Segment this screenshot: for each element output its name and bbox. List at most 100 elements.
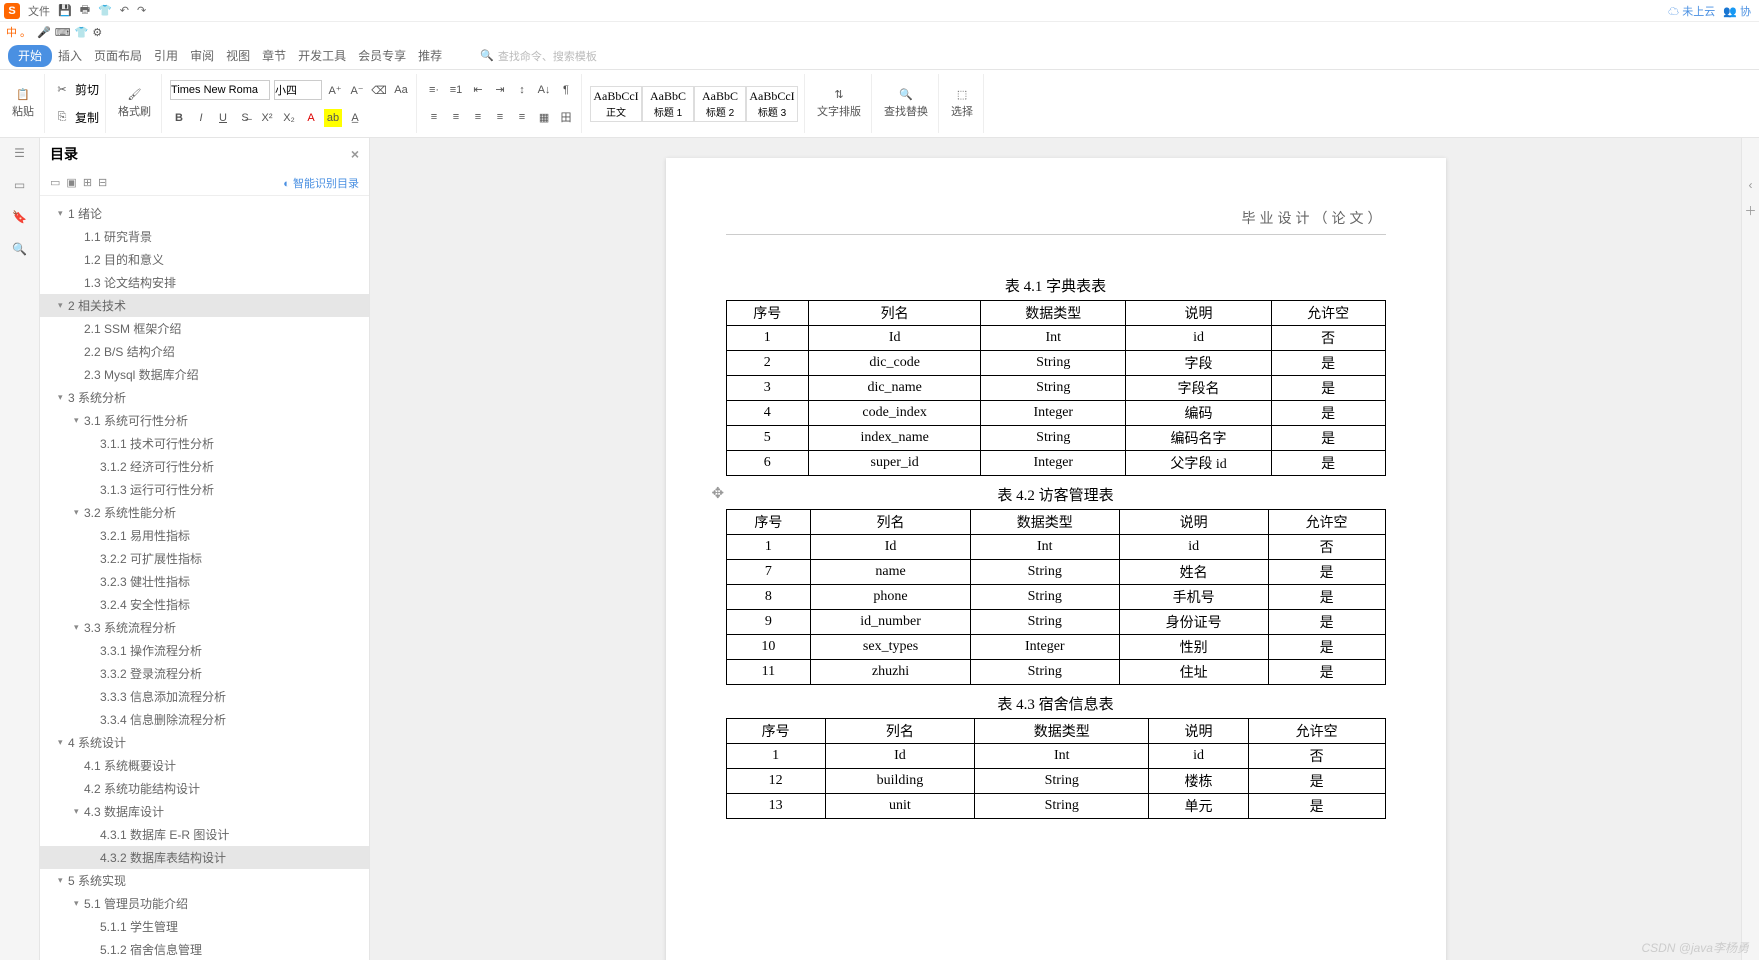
undo-icon[interactable]: ↶	[120, 4, 129, 17]
align-justify-button[interactable]: ≡	[491, 108, 509, 126]
shading-button[interactable]: ▦	[535, 108, 553, 126]
ime-icon[interactable]: 🎤	[37, 26, 51, 39]
toc-item[interactable]: 3.3.2 登录流程分析	[40, 662, 369, 685]
bookmark-icon[interactable]: 🔖	[12, 210, 27, 224]
superscript-button[interactable]: X²	[258, 109, 276, 127]
toc-item[interactable]: 4.2 系统功能结构设计	[40, 777, 369, 800]
toc-item[interactable]: 3.2.4 安全性指标	[40, 593, 369, 616]
highlight-button[interactable]: ab	[324, 109, 342, 127]
expand-icon[interactable]: ‹	[1749, 178, 1753, 192]
toc-item[interactable]: 3.2.2 可扩展性指标	[40, 547, 369, 570]
line-spacing-button[interactable]: ↕	[513, 81, 531, 99]
thumbnail-icon[interactable]: ▭	[14, 178, 25, 192]
toc-item[interactable]: 5.1.1 学生管理	[40, 915, 369, 938]
sort-button[interactable]: A↓	[535, 81, 553, 99]
toc-item[interactable]: 1.1 研究背景	[40, 225, 369, 248]
outdent-button[interactable]: ⇤	[469, 81, 487, 99]
cloud-status[interactable]: ☁ 未上云	[1668, 3, 1715, 19]
toc-item[interactable]: 5.1.2 宿舍信息管理	[40, 938, 369, 960]
redo-icon[interactable]: ↷	[137, 4, 146, 17]
tab-审阅[interactable]: 审阅	[184, 45, 220, 67]
toc-item[interactable]: 1.3 论文结构安排	[40, 271, 369, 294]
toc-item[interactable]: ▾3.2 系统性能分析	[40, 501, 369, 524]
tab-开始[interactable]: 开始	[8, 45, 52, 67]
clear-format-button[interactable]: ⌫	[370, 81, 388, 99]
toc-item[interactable]: ▾4.3 数据库设计	[40, 800, 369, 823]
align-center-button[interactable]: ≡	[447, 108, 465, 126]
grow-font-button[interactable]: A⁺	[326, 81, 344, 99]
preview-icon[interactable]: 👕	[98, 4, 112, 17]
toc-item[interactable]: 1.2 目的和意义	[40, 248, 369, 271]
bold-button[interactable]: B	[170, 109, 188, 127]
add-icon[interactable]: ＋	[1744, 202, 1756, 219]
nav-tool[interactable]: ▣	[66, 176, 76, 189]
select-button[interactable]: ⬚选择	[947, 86, 977, 121]
tab-开发工具[interactable]: 开发工具	[292, 45, 352, 67]
toc-item[interactable]: 3.2.1 易用性指标	[40, 524, 369, 547]
tab-会员专享[interactable]: 会员专享	[352, 45, 412, 67]
underline-button[interactable]: U	[214, 109, 232, 127]
toc-item[interactable]: ▾2 相关技术	[40, 294, 369, 317]
toc-item[interactable]: ▾5.1 管理员功能介绍	[40, 892, 369, 915]
toc-item[interactable]: 3.1.3 运行可行性分析	[40, 478, 369, 501]
strike-button[interactable]: S̶	[236, 109, 254, 127]
nav-tool[interactable]: ▭	[50, 176, 60, 189]
font-color-button[interactable]: A	[302, 109, 320, 127]
tab-章节[interactable]: 章节	[256, 45, 292, 67]
outline-icon[interactable]: ☰	[14, 146, 25, 160]
nav-tool[interactable]: ⊟	[98, 176, 107, 189]
show-marks-button[interactable]: ¶	[557, 81, 575, 99]
font-size-select[interactable]	[274, 80, 322, 100]
bullets-button[interactable]: ≡·	[425, 81, 443, 99]
text-layout-button[interactable]: ⇅文字排版	[813, 86, 865, 121]
format-painter-button[interactable]: 🖌格式刷	[114, 86, 155, 121]
subscript-button[interactable]: X₂	[280, 109, 298, 127]
print-icon[interactable]: 🖶	[80, 1, 90, 20]
toc-item[interactable]: ▾3.3 系统流程分析	[40, 616, 369, 639]
toc-item[interactable]: 3.1.1 技术可行性分析	[40, 432, 369, 455]
toc-item[interactable]: ▾3 系统分析	[40, 386, 369, 409]
toc-item[interactable]: 3.2.3 健壮性指标	[40, 570, 369, 593]
toc-item[interactable]: ▾4 系统设计	[40, 731, 369, 754]
tab-视图[interactable]: 视图	[220, 45, 256, 67]
style-gallery[interactable]: AaBbCcI正文AaBbC标题 1AaBbC标题 2AaBbCcI标题 3	[584, 74, 805, 133]
style-标题 2[interactable]: AaBbC标题 2	[694, 86, 746, 122]
toc-item[interactable]: 2.2 B/S 结构介绍	[40, 340, 369, 363]
cut-button[interactable]: ✂	[53, 81, 71, 99]
borders-button[interactable]: 田	[557, 108, 575, 126]
toc-item[interactable]: 2.1 SSM 框架介绍	[40, 317, 369, 340]
copy-button[interactable]: ⎘	[53, 108, 71, 126]
distribute-button[interactable]: ≡	[513, 108, 531, 126]
save-icon[interactable]: 💾	[58, 4, 72, 17]
toc-item[interactable]: ▾3.1 系统可行性分析	[40, 409, 369, 432]
indent-button[interactable]: ⇥	[491, 81, 509, 99]
ime-icon[interactable]: ⌨	[55, 26, 71, 39]
align-right-button[interactable]: ≡	[469, 108, 487, 126]
file-menu[interactable]: 文件	[28, 3, 50, 19]
search-icon[interactable]: 🔍	[12, 242, 27, 256]
character-border-button[interactable]: A̲	[346, 109, 364, 127]
toc-item[interactable]: 3.1.2 经济可行性分析	[40, 455, 369, 478]
toc-item[interactable]: 3.3.1 操作流程分析	[40, 639, 369, 662]
toc-item[interactable]: ▾5 系统实现	[40, 869, 369, 892]
document-area[interactable]: 毕业设计（论文） 表 4.1 字典表表序号列名数据类型说明允许空1IdIntid…	[370, 138, 1741, 960]
font-name-select[interactable]	[170, 80, 270, 100]
change-case-button[interactable]: Aa	[392, 81, 410, 99]
paste-button[interactable]: 📋粘贴	[8, 86, 38, 121]
numbering-button[interactable]: ≡1	[447, 81, 465, 99]
toc-item[interactable]: 4.3.2 数据库表结构设计	[40, 846, 369, 869]
command-search[interactable]: 🔍 查找命令、搜索模板	[480, 48, 597, 64]
table-anchor-icon[interactable]: ✥	[712, 484, 725, 503]
style-正文[interactable]: AaBbCcI正文	[590, 86, 642, 122]
smart-recognize-toc[interactable]: ◐ 智能识别目录	[283, 175, 359, 191]
toc-tree[interactable]: ▾1 绪论1.1 研究背景1.2 目的和意义1.3 论文结构安排▾2 相关技术2…	[40, 196, 369, 960]
toc-item[interactable]: 3.3.3 信息添加流程分析	[40, 685, 369, 708]
shrink-font-button[interactable]: A⁻	[348, 81, 366, 99]
tab-页面布局[interactable]: 页面布局	[88, 45, 148, 67]
find-replace-button[interactable]: 🔍查找替换	[880, 86, 932, 121]
style-标题 1[interactable]: AaBbC标题 1	[642, 86, 694, 122]
toc-item[interactable]: ▾1 绪论	[40, 202, 369, 225]
ime-icon[interactable]: 👕	[75, 26, 89, 39]
italic-button[interactable]: I	[192, 109, 210, 127]
toc-item[interactable]: 4.1 系统概要设计	[40, 754, 369, 777]
